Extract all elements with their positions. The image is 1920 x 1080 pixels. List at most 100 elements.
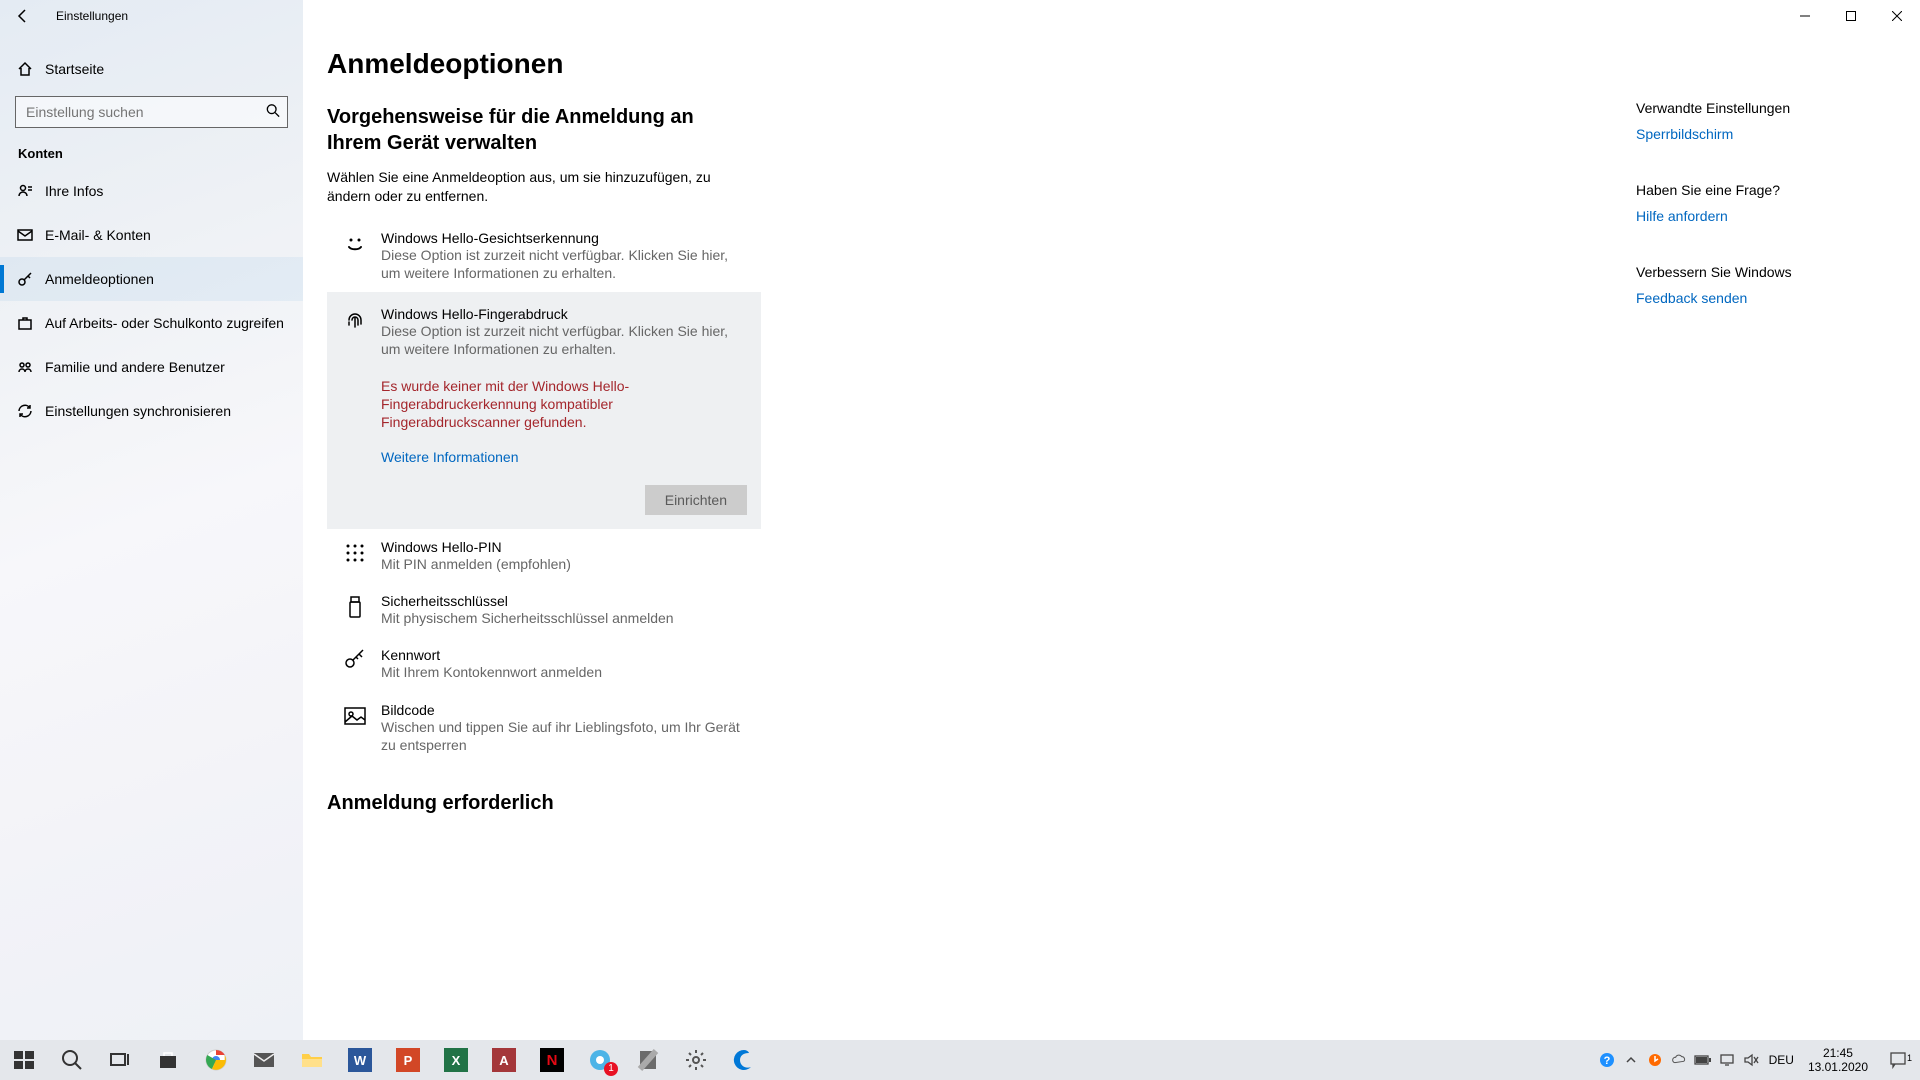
option-desc: Mit physischem Sicherheitsschlüssel anme… [381,609,747,627]
section-title-2: Anmeldung erforderlich [327,792,1157,815]
mail-app-icon[interactable] [240,1040,288,1080]
category-title: Konten [0,128,303,169]
clock-time: 21:45 [1808,1046,1868,1060]
sidebar-item-your-info[interactable]: Ihre Infos [0,169,303,213]
title-bar: Einstellungen [0,0,1920,32]
maximize-button[interactable] [1828,0,1874,32]
sidebar: Startseite Konten Ihre Infos E-Mail- & K… [0,0,303,1040]
word-app-icon[interactable]: W [336,1040,384,1080]
tray-chevron-icon[interactable] [1619,1040,1643,1080]
svg-text:?: ? [1603,1055,1610,1067]
section-title: Vorgehensweise für die Anmeldung an Ihre… [327,104,747,156]
onedrive-tray-icon[interactable] [1667,1040,1691,1080]
sidebar-item-sync[interactable]: Einstellungen synchronisieren [0,389,303,433]
picture-icon [341,702,369,728]
home-icon [15,61,35,77]
excel-app-icon[interactable]: X [432,1040,480,1080]
taskbar: W P X A N 1 ? DEU 21:45 13.01.2020 1 [0,1040,1920,1080]
search-input[interactable] [15,96,288,128]
store-app-icon[interactable] [144,1040,192,1080]
more-info-link[interactable]: Weitere Informationen [381,449,518,465]
clock[interactable]: 21:45 13.01.2020 [1800,1046,1876,1075]
option-password[interactable]: Kennwort Mit Ihrem Kontokennwort anmelde… [327,637,761,691]
key-icon [15,271,35,287]
volume-tray-icon[interactable] [1739,1040,1763,1080]
back-button[interactable] [0,0,46,32]
option-title: Bildcode [381,702,747,718]
browser-app-icon[interactable]: 1 [576,1040,624,1080]
minimize-button[interactable] [1782,0,1828,32]
rail-improve-title: Verbessern Sie Windows [1636,264,1846,280]
mail-icon [15,227,35,243]
home-label: Startseite [45,61,104,77]
option-title: Sicherheitsschlüssel [381,593,747,609]
sidebar-item-label: E-Mail- & Konten [45,227,151,243]
password-key-icon [341,647,369,673]
battery-tray-icon[interactable] [1691,1040,1715,1080]
close-button[interactable] [1874,0,1920,32]
option-title: Windows Hello-Gesichtserkennung [381,230,747,246]
clock-date: 13.01.2020 [1808,1060,1868,1074]
explorer-app-icon[interactable] [288,1040,336,1080]
language-indicator[interactable]: DEU [1763,1053,1800,1067]
face-icon [341,230,369,256]
person-icon [15,183,35,199]
settings-app-icon[interactable] [672,1040,720,1080]
search-button[interactable] [48,1040,96,1080]
briefcase-icon [15,315,35,331]
sidebar-item-label: Familie und andere Benutzer [45,359,225,375]
sidebar-item-label: Auf Arbeits- oder Schulkonto zugreifen [45,315,284,331]
option-title: Windows Hello-Fingerabdruck [381,306,747,322]
access-app-icon[interactable]: A [480,1040,528,1080]
option-picture-password[interactable]: Bildcode Wischen und tippen Sie auf ihr … [327,692,761,764]
side-rail: Verwandte Einstellungen Sperrbildschirm … [1636,48,1896,1040]
sidebar-item-family[interactable]: Familie und andere Benutzer [0,345,303,389]
powerpoint-app-icon[interactable]: P [384,1040,432,1080]
notification-count: 1 [1907,1053,1912,1063]
option-desc: Mit PIN anmelden (empfohlen) [381,555,747,573]
setup-button[interactable]: Einrichten [645,485,747,515]
option-title: Windows Hello-PIN [381,539,747,555]
notes-app-icon[interactable] [624,1040,672,1080]
section-desc: Wählen Sie eine Anmeldeoption aus, um si… [327,168,747,206]
option-pin[interactable]: Windows Hello-PIN Mit PIN anmelden (empf… [327,529,761,583]
sidebar-item-work-access[interactable]: Auf Arbeits- oder Schulkonto zugreifen [0,301,303,345]
sync-icon [15,403,35,419]
sidebar-item-email[interactable]: E-Mail- & Konten [0,213,303,257]
feedback-link[interactable]: Feedback senden [1636,290,1846,306]
rail-question-title: Haben Sie eine Frage? [1636,182,1846,198]
option-error: Es wurde keiner mit der Windows Hello-Fi… [381,377,747,432]
home-link[interactable]: Startseite [0,48,303,90]
lock-screen-link[interactable]: Sperrbildschirm [1636,126,1846,142]
main-content: Anmeldeoptionen Vorgehensweise für die A… [327,48,1157,1040]
option-fingerprint[interactable]: Windows Hello-Fingerabdruck Diese Option… [327,292,761,529]
usb-icon [341,593,369,619]
option-desc: Mit Ihrem Kontokennwort anmelden [381,663,747,681]
action-center-button[interactable]: 1 [1876,1051,1920,1069]
sidebar-item-label: Ihre Infos [45,183,103,199]
option-security-key[interactable]: Sicherheitsschlüssel Mit physischem Sich… [327,583,761,637]
window-title: Einstellungen [56,9,128,23]
option-face[interactable]: Windows Hello-Gesichtserkennung Diese Op… [327,220,761,292]
option-title: Kennwort [381,647,747,663]
fingerprint-icon [341,306,369,332]
start-button[interactable] [0,1040,48,1080]
sidebar-item-label: Anmeldeoptionen [45,271,154,287]
chrome-app-icon[interactable] [192,1040,240,1080]
edge-app-icon[interactable] [720,1040,768,1080]
page-title: Anmeldeoptionen [327,48,1157,80]
tray-app-icon[interactable] [1643,1040,1667,1080]
network-tray-icon[interactable] [1715,1040,1739,1080]
get-help-link[interactable]: Hilfe anfordern [1636,208,1846,224]
people-icon [15,359,35,375]
keypad-icon [341,539,369,565]
sidebar-item-signin-options[interactable]: Anmeldeoptionen [0,257,303,301]
rail-related-title: Verwandte Einstellungen [1636,100,1846,116]
task-view-button[interactable] [96,1040,144,1080]
sidebar-item-label: Einstellungen synchronisieren [45,403,231,419]
search-icon [266,104,280,121]
option-desc: Diese Option ist zurzeit nicht verfügbar… [381,322,747,358]
help-tray-icon[interactable]: ? [1595,1040,1619,1080]
option-desc: Diese Option ist zurzeit nicht verfügbar… [381,246,747,282]
netflix-app-icon[interactable]: N [528,1040,576,1080]
